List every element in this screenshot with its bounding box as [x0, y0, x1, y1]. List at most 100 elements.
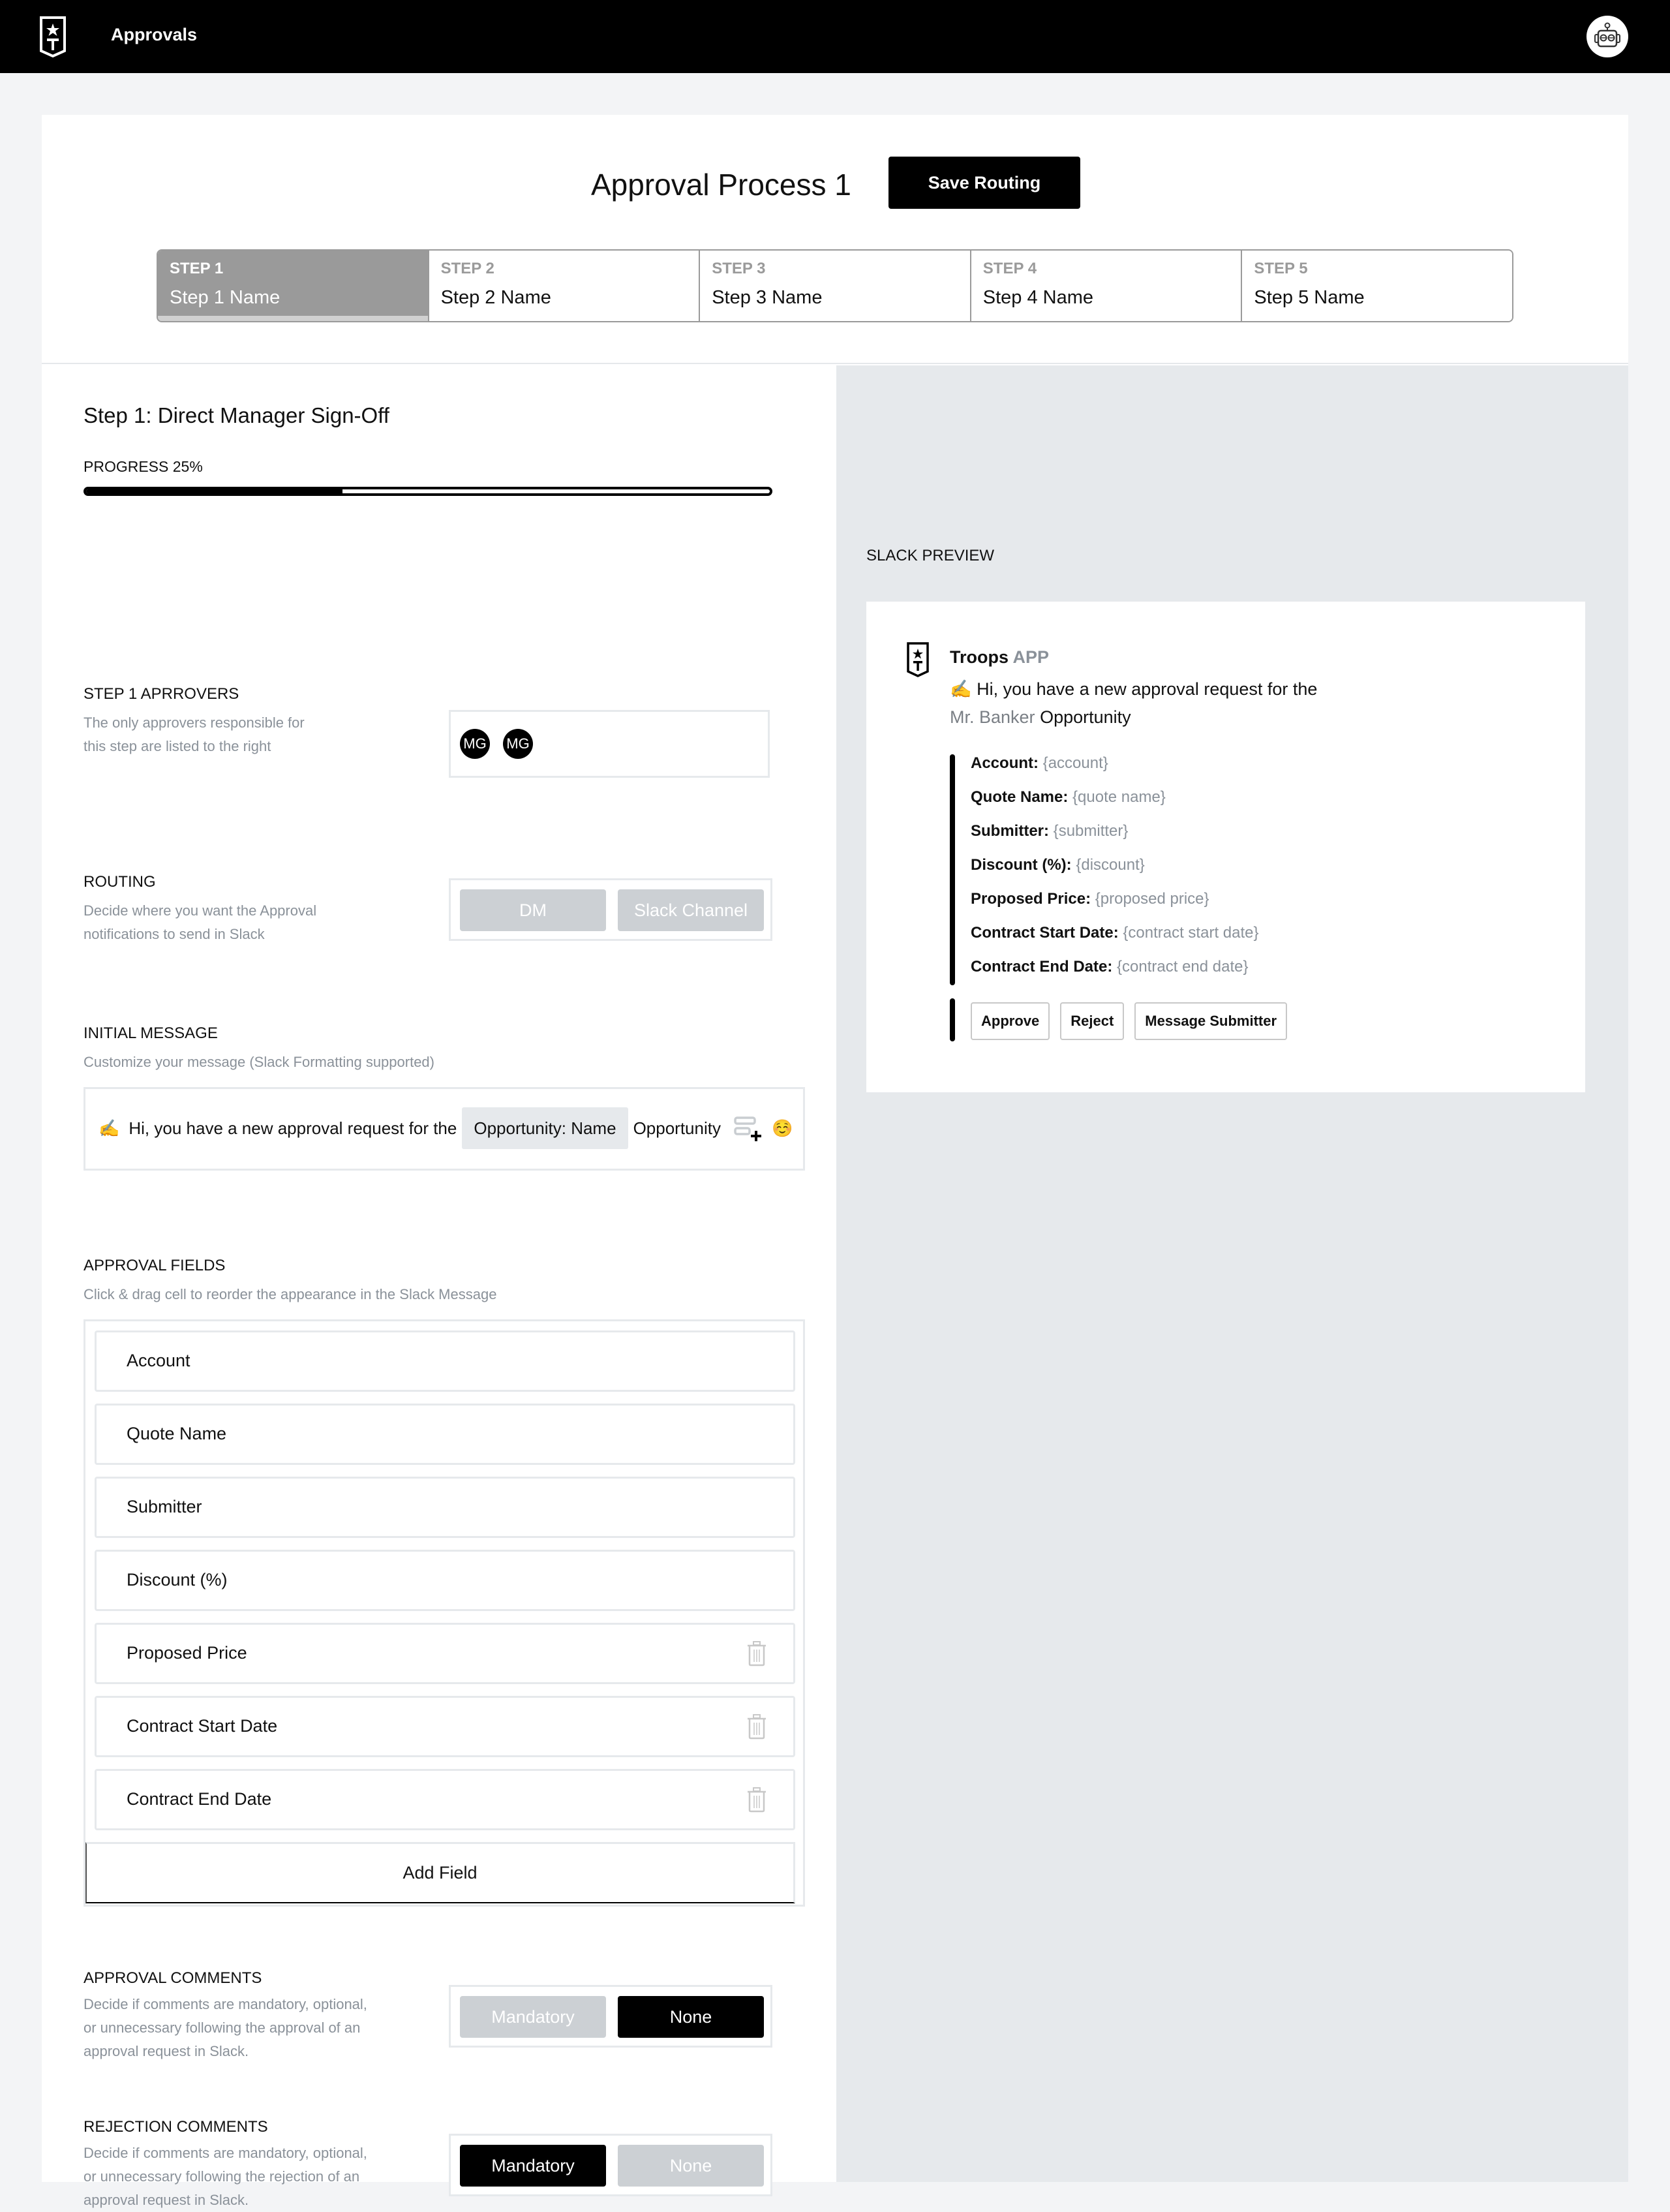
approver-avatar[interactable]: MG	[460, 729, 490, 759]
step-name: Step 2 Name	[440, 287, 551, 308]
trash-icon[interactable]	[746, 1713, 767, 1740]
opportunity-name: Mr. Banker	[950, 707, 1035, 727]
field-value: {account}	[1042, 754, 1108, 772]
attachment-bar	[950, 754, 955, 985]
initial-message-editor[interactable]: ✍️ Hi, you have a new approval request f…	[84, 1087, 805, 1171]
step-number: STEP 1	[170, 260, 224, 277]
actions-bar	[950, 998, 955, 1041]
message-text-after: Opportunity	[633, 1118, 721, 1138]
rejection-comments-mandatory-button[interactable]: Mandatory	[460, 2145, 606, 2187]
field-row[interactable]: Proposed Price	[95, 1623, 795, 1684]
add-field-button[interactable]: Add Field	[85, 1842, 795, 1903]
routing-slack-channel-button[interactable]: Slack Channel	[618, 889, 764, 931]
slack-message-submitter-button[interactable]: Message Submitter	[1134, 1002, 1288, 1040]
step-number: STEP 3	[712, 260, 766, 277]
troops-logo-icon[interactable]	[39, 16, 67, 57]
tab-step-4[interactable]: STEP 4 Step 4 Name	[971, 251, 1243, 321]
line2-text: Opportunity	[1040, 707, 1131, 727]
field-value: {contract start date}	[1123, 924, 1259, 942]
message-content: ✍️ Hi, you have a new approval request f…	[99, 1107, 793, 1149]
slack-preview-panel: SLACK PREVIEW Troops APP ✍️ Hi, you have…	[836, 365, 1628, 2182]
approvers-description: The only approvers responsible for this …	[84, 711, 305, 758]
approval-comments-toggle: Mandatory None	[449, 1985, 772, 2048]
process-title: Approval Process 1	[591, 168, 851, 202]
approval-comments-none-button[interactable]: None	[618, 1996, 764, 2038]
main-card: Approval Process 1 Save Routing STEP 1 S…	[42, 115, 1628, 2208]
field-label: Account	[127, 1351, 190, 1370]
approval-comments-mandatory-button[interactable]: Mandatory	[460, 1996, 606, 2038]
field-key: Submitter:	[971, 822, 1049, 840]
tab-step-1[interactable]: STEP 1 Step 1 Name	[158, 251, 429, 321]
trash-icon[interactable]	[746, 1640, 767, 1667]
desc-line: Decide if comments are mandatory, option…	[84, 1996, 367, 2012]
trash-icon[interactable]	[746, 1787, 767, 1813]
troops-logo-icon	[907, 642, 929, 677]
field-key: Proposed Price:	[971, 890, 1091, 908]
progress-label: PROGRESS 25%	[84, 458, 203, 475]
tab-step-3[interactable]: STEP 3 Step 3 Name	[700, 251, 971, 321]
field-row[interactable]: Contract Start Date	[95, 1696, 795, 1757]
field-row[interactable]: Quote Name	[95, 1404, 795, 1465]
progress-fill	[86, 489, 342, 493]
field-row[interactable]: Contract End Date	[95, 1769, 795, 1830]
routing-description: Decide where you want the Approval notif…	[84, 899, 316, 946]
desc-line: or unnecessary following the rejection o…	[84, 2168, 360, 2185]
slack-reject-button[interactable]: Reject	[1060, 1002, 1125, 1040]
field-key: Account:	[971, 754, 1039, 772]
field-label: Quote Name	[127, 1424, 227, 1443]
routing-title: ROUTING	[84, 873, 156, 891]
step-tabs: STEP 1 Step 1 Name STEP 2 Step 2 Name ST…	[157, 249, 1513, 322]
slack-field: Submitter: {submitter}	[971, 822, 1259, 856]
field-value: {quote name}	[1072, 788, 1166, 806]
message-text-before: Hi, you have a new approval request for …	[129, 1118, 457, 1138]
step-name: Step 1 Name	[170, 287, 281, 308]
approvers-box[interactable]: MG MG	[449, 710, 770, 778]
desc-line: The only approvers responsible for	[84, 714, 305, 731]
save-routing-button[interactable]: Save Routing	[888, 157, 1080, 209]
process-header: Approval Process 1 Save Routing STEP 1 S…	[42, 115, 1628, 364]
slack-approve-button[interactable]: Approve	[971, 1002, 1050, 1040]
app-name: Troops	[950, 647, 1009, 667]
slack-message-line2: Mr. Banker Opportunity	[950, 707, 1131, 728]
field-row[interactable]: Submitter	[95, 1477, 795, 1538]
step-number: STEP 2	[440, 260, 494, 277]
approval-fields-list: Account Quote Name Submitter Discount (%…	[84, 1319, 805, 1907]
field-label: Contract End Date	[127, 1789, 272, 1809]
field-key: Contract End Date:	[971, 958, 1113, 975]
field-row[interactable]: Discount (%)	[95, 1550, 795, 1611]
desc-line: approval request in Slack.	[84, 2043, 249, 2059]
routing-toggle: DM Slack Channel	[449, 878, 772, 941]
insert-field-icon[interactable]	[734, 1115, 763, 1141]
field-label: Contract Start Date	[127, 1716, 278, 1736]
rejection-comments-description: Decide if comments are mandatory, option…	[84, 2142, 367, 2212]
routing-dm-button[interactable]: DM	[460, 889, 606, 931]
rejection-comments-toggle: Mandatory None	[449, 2134, 772, 2196]
field-key: Discount (%):	[971, 856, 1072, 874]
tab-step-5[interactable]: STEP 5 Step 5 Name	[1242, 251, 1512, 321]
field-label: Discount (%)	[127, 1570, 228, 1590]
initial-message-title: INITIAL MESSAGE	[84, 1024, 218, 1042]
desc-line: this step are listed to the right	[84, 738, 271, 754]
desc-line: approval request in Slack.	[84, 2192, 249, 2208]
step-config-panel: Step 1: Direct Manager Sign-Off PROGRESS…	[42, 365, 836, 2208]
step-heading: Step 1: Direct Manager Sign-Off	[84, 403, 389, 427]
field-label: Proposed Price	[127, 1643, 247, 1663]
field-row[interactable]: Account	[95, 1330, 795, 1392]
approval-comments-title: APPROVAL COMMENTS	[84, 1969, 262, 1987]
desc-line: notifications to send in Slack	[84, 926, 265, 942]
field-label: Submitter	[127, 1497, 202, 1516]
merge-field-chip[interactable]: Opportunity: Name	[462, 1107, 628, 1149]
robot-icon	[1594, 22, 1620, 48]
app-tag: APP	[1012, 647, 1050, 667]
step-name: Step 5 Name	[1254, 287, 1365, 308]
top-bar: Approvals	[0, 0, 1670, 73]
emoji-picker-icon[interactable]: ☺️	[772, 1118, 793, 1139]
approver-avatar[interactable]: MG	[503, 729, 533, 759]
step-name: Step 4 Name	[982, 287, 1094, 308]
tab-step-2[interactable]: STEP 2 Step 2 Name	[429, 251, 701, 321]
step-number: STEP 4	[982, 260, 1037, 277]
user-avatar[interactable]	[1586, 16, 1628, 57]
rejection-comments-none-button[interactable]: None	[618, 2145, 764, 2187]
slack-field: Contract End Date: {contract end date}	[971, 958, 1259, 992]
slack-field: Proposed Price: {proposed price}	[971, 890, 1259, 924]
